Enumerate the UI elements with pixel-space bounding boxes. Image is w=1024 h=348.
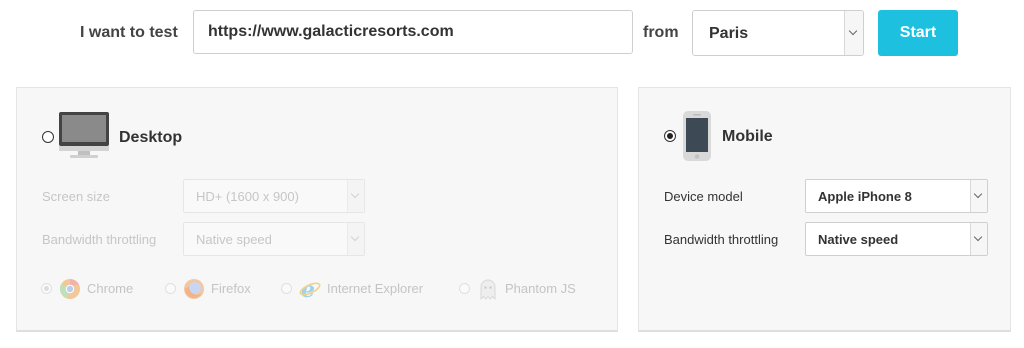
chevron-down-icon <box>350 232 360 242</box>
phantomjs-ghost-icon <box>480 279 496 300</box>
want-to-test-label: I want to test <box>80 24 178 41</box>
device-model-label: Device model <box>664 189 743 204</box>
from-label: from <box>643 24 679 41</box>
mobile-bandwidth-value: Native speed <box>818 232 899 247</box>
mobile-panel: Mobile Device model Apple iPhone 8 Bandw… <box>638 87 1011 332</box>
device-model-select[interactable]: Apple iPhone 8 <box>805 179 988 213</box>
screen-size-value: HD+ (1600 x 900) <box>196 189 299 204</box>
desktop-radio[interactable] <box>42 131 54 143</box>
chevron-down-icon <box>973 189 983 199</box>
firefox-icon <box>184 279 204 299</box>
location-dropdown-arrow[interactable] <box>844 11 863 55</box>
test-config-bar: I want to test from Paris Start <box>0 0 1024 70</box>
device-model-arrow <box>970 180 987 212</box>
phantomjs-radio[interactable] <box>459 283 470 294</box>
desktop-bandwidth-label: Bandwidth throttling <box>42 232 157 247</box>
location-select[interactable]: Paris <box>692 10 864 56</box>
chevron-down-icon <box>973 232 983 242</box>
smartphone-icon <box>683 111 711 161</box>
mobile-bandwidth-select[interactable]: Native speed <box>805 222 988 256</box>
desktop-title: Desktop <box>119 129 183 146</box>
desktop-panel: Desktop Screen size HD+ (1600 x 900) Ban… <box>16 87 618 332</box>
firefox-label: Firefox <box>211 281 251 296</box>
mobile-bandwidth-label: Bandwidth throttling <box>664 232 779 247</box>
internet-explorer-icon: e <box>299 278 321 300</box>
firefox-radio[interactable] <box>165 283 176 294</box>
desktop-bandwidth-select[interactable]: Native speed <box>183 222 365 256</box>
mobile-radio[interactable] <box>664 130 676 142</box>
desktop-bandwidth-arrow <box>347 223 364 255</box>
chrome-label: Chrome <box>87 281 134 296</box>
screen-size-arrow <box>347 180 364 212</box>
chrome-radio[interactable] <box>41 283 52 294</box>
desktop-monitor-icon <box>59 112 109 158</box>
screen-size-select[interactable]: HD+ (1600 x 900) <box>183 179 365 213</box>
mobile-title: Mobile <box>722 128 773 145</box>
screen-size-label: Screen size <box>42 189 110 204</box>
chevron-down-icon <box>848 26 858 36</box>
internet-explorer-label: Internet Explorer <box>327 281 424 296</box>
location-value: Paris <box>709 25 749 42</box>
url-input[interactable] <box>193 10 633 54</box>
device-model-value: Apple iPhone 8 <box>818 189 912 204</box>
desktop-bandwidth-value: Native speed <box>196 232 272 247</box>
chrome-icon <box>59 279 80 299</box>
start-button[interactable]: Start <box>878 10 958 56</box>
internet-explorer-radio[interactable] <box>281 283 292 294</box>
phantomjs-label: Phantom JS <box>505 281 576 296</box>
mobile-bandwidth-arrow <box>970 223 987 255</box>
chevron-down-icon <box>350 189 360 199</box>
